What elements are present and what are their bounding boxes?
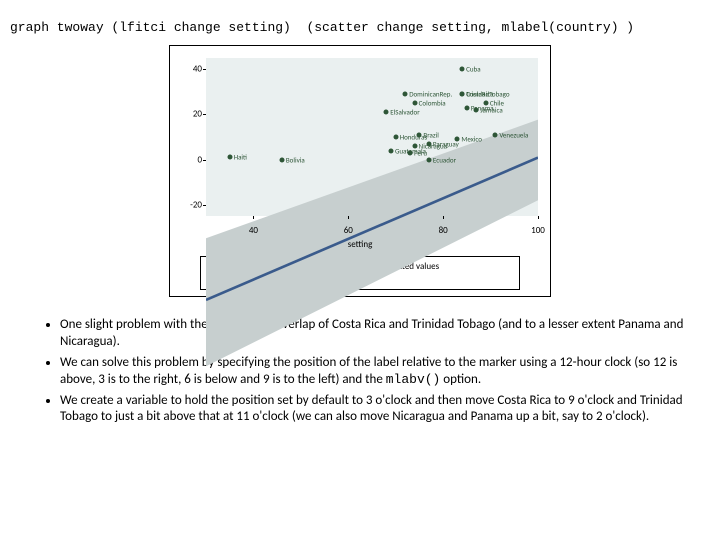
data-point [464, 105, 469, 110]
data-point [412, 101, 417, 106]
point-label: TrinidadTobago [466, 90, 509, 99]
data-point [455, 137, 460, 142]
data-point [426, 141, 431, 146]
data-point [493, 132, 498, 137]
y-tick-label: 20 [178, 109, 202, 120]
bullet-text: We create a variable to hold the positio… [60, 393, 683, 425]
point-label: Peru [414, 148, 427, 157]
data-point [403, 92, 408, 97]
scatter-chart: HaitiBoliviaElSalvadorHondurasGuatemalaD… [169, 45, 551, 297]
point-label: Haiti [234, 153, 247, 162]
y-tick-mark [203, 205, 206, 206]
point-label: Chile [490, 99, 504, 108]
x-tick-label: 60 [344, 225, 353, 236]
y-tick-mark [203, 114, 206, 115]
x-tick-mark [443, 216, 444, 219]
chart-container: HaitiBoliviaElSalvadorHondurasGuatemalaD… [10, 45, 710, 297]
point-label: DominicanRep. [409, 90, 452, 99]
point-label: Mexico [461, 135, 482, 144]
x-axis-label: setting [348, 239, 373, 250]
data-point [279, 157, 284, 162]
data-point [417, 132, 422, 137]
y-tick-mark [203, 160, 206, 161]
point-label: Brazil [423, 130, 438, 139]
stata-command: graph twoway (lfitci change setting) (sc… [10, 20, 710, 35]
bullet-item: We create a variable to hold the positio… [60, 393, 710, 427]
data-point [388, 148, 393, 153]
x-tick-label: 80 [439, 225, 448, 236]
point-label: Cuba [466, 65, 480, 74]
data-point [407, 150, 412, 155]
y-tick-label: 40 [178, 64, 202, 75]
y-tick-label: 0 [178, 154, 202, 165]
x-tick-label: 100 [531, 225, 545, 236]
y-tick-mark [203, 69, 206, 70]
data-point [460, 92, 465, 97]
data-point [426, 157, 431, 162]
data-point [474, 107, 479, 112]
data-point [483, 101, 488, 106]
point-label: Ecuador [433, 155, 456, 164]
data-point [384, 110, 389, 115]
point-label: Colombia [419, 99, 446, 108]
plot-region: HaitiBoliviaElSalvadorHondurasGuatemalaD… [206, 58, 538, 216]
y-tick-label: -20 [178, 199, 202, 210]
data-point [460, 67, 465, 72]
x-tick-mark [253, 216, 254, 219]
x-tick-mark [348, 216, 349, 219]
plot-area: HaitiBoliviaElSalvadorHondurasGuatemalaD… [178, 54, 542, 252]
data-point [227, 155, 232, 160]
point-label: Venezuela [499, 130, 528, 139]
x-tick-label: 40 [249, 225, 258, 236]
point-label: ElSalvador [390, 108, 419, 117]
data-point [393, 135, 398, 140]
x-tick-mark [538, 216, 539, 219]
point-label: Bolivia [286, 155, 305, 164]
